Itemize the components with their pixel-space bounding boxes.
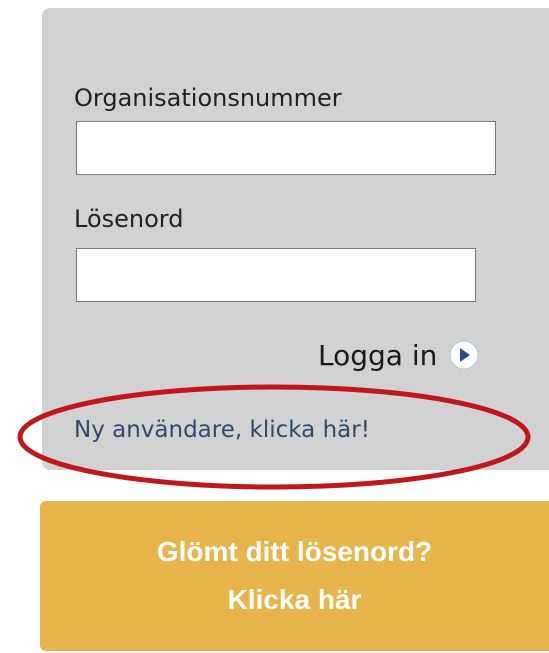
password-input[interactable] (76, 248, 476, 302)
login-widget: Organisationsnummer Lösenord Logga in Ny… (0, 0, 549, 653)
circle-arrow-right-icon (449, 340, 479, 370)
org-number-label: Organisationsnummer (74, 84, 342, 112)
login-panel (42, 8, 549, 470)
org-number-input[interactable] (76, 121, 496, 175)
forgot-password-line2: Klicka här (227, 584, 362, 615)
password-label: Lösenord (74, 205, 184, 233)
forgot-password-line1: Glömt ditt lösenord? (156, 536, 433, 567)
login-button[interactable]: Logga in (318, 335, 479, 375)
new-user-link[interactable]: Ny användare, klicka här! (74, 417, 370, 443)
forgot-password-button[interactable]: Glömt ditt lösenord? Klicka här (40, 501, 549, 651)
login-button-label: Logga in (318, 338, 438, 372)
